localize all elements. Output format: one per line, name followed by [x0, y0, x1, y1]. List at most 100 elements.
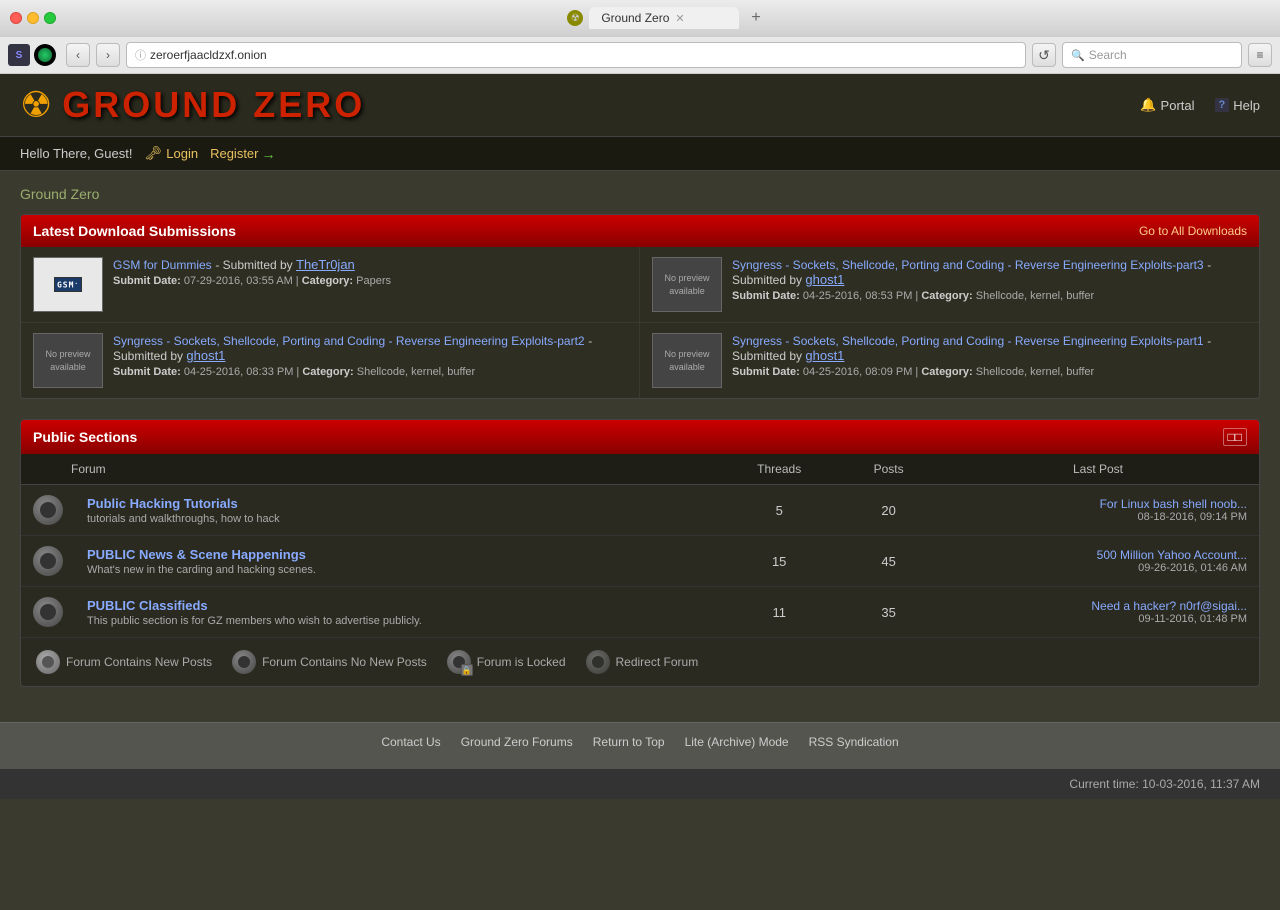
download-meta: Submit Date: 07-29-2016, 03:55 AM | Cate…	[113, 275, 627, 287]
radioactive-icon: ☢	[20, 84, 52, 126]
forum-name-link[interactable]: PUBLIC News & Scene Happenings	[87, 547, 706, 562]
browser-tab[interactable]: Ground Zero ✕	[589, 7, 739, 29]
browser-search-placeholder: Search	[1089, 48, 1127, 62]
footer-time: Current time: 10-03-2016, 11:37 AM	[0, 769, 1280, 799]
public-sections-panel: Public Sections □□ Forum Threads Posts L…	[20, 419, 1260, 687]
back-btn[interactable]: ‹	[66, 43, 90, 67]
legend-redirect-label: Redirect Forum	[616, 655, 699, 669]
forum-table-header: Forum Threads Posts Last Post	[21, 454, 1259, 485]
site-nav: Hello There, Guest! 🗝 Login Register →	[0, 136, 1280, 171]
browser-titlebar: ☢ Ground Zero ✕ +	[0, 0, 1280, 36]
browser-menu-btn[interactable]: ≡	[1248, 43, 1272, 67]
download-item: GSM. GSM for Dummies - Submitted by TheT…	[21, 247, 640, 323]
portal-link[interactable]: 🔔 Portal	[1140, 97, 1194, 113]
register-label: Register	[210, 146, 258, 161]
lastpost-col-header: Last Post	[937, 454, 1259, 485]
threads-col-header: Threads	[718, 454, 840, 485]
downloads-panel-header: Latest Download Submissions Go to All Do…	[21, 215, 1259, 247]
help-link[interactable]: ? Help	[1215, 98, 1260, 113]
login-link[interactable]: Login	[166, 146, 198, 161]
forum-name-cell: PUBLIC Classifieds This public section i…	[75, 587, 718, 638]
close-window-btn[interactable]	[10, 12, 22, 24]
lastpost-date: 08-18-2016, 09:14 PM	[949, 511, 1247, 523]
browser-search-box[interactable]: 🔍 Search	[1062, 42, 1242, 68]
download-title-link[interactable]: Syngress - Sockets, Shellcode, Porting a…	[732, 258, 1204, 272]
breadcrumb: Ground Zero	[20, 186, 1260, 202]
forum-name-cell: Public Hacking Tutorials tutorials and w…	[75, 485, 718, 536]
lock-overlay-icon: 🔒	[461, 664, 473, 676]
download-thumbnail: No preview available	[33, 333, 103, 388]
download-title-link[interactable]: GSM for Dummies	[113, 258, 212, 272]
forum-col-header: Forum	[21, 454, 718, 485]
site-footer: Contact Us Ground Zero Forums Return to …	[0, 722, 1280, 769]
download-info: Syngress - Sockets, Shellcode, Porting a…	[732, 333, 1247, 378]
forum-icon-cell	[21, 536, 75, 587]
forum-threads-count: 5	[718, 485, 840, 536]
sections-panel-title: Public Sections	[33, 429, 137, 445]
rss-syndication-link[interactable]: RSS Syndication	[809, 735, 899, 749]
lastpost-title-link[interactable]: 500 Million Yahoo Account...	[949, 548, 1247, 562]
forum-posts-count: 35	[840, 587, 937, 638]
extension-icons: S	[8, 44, 56, 66]
return-to-top-link[interactable]: Return to Top	[593, 735, 665, 749]
address-bar[interactable]: ⓘ zeroerfjaacldzxf.onion	[126, 42, 1026, 68]
address-security-icon: ⓘ	[135, 47, 146, 63]
download-title-link[interactable]: Syngress - Sockets, Shellcode, Porting a…	[113, 334, 585, 348]
legend-item-nonew: Forum Contains No New Posts	[232, 650, 427, 674]
extension-icon-circle[interactable]	[34, 44, 56, 66]
lastpost-title-link[interactable]: Need a hacker? n0rf@sigai...	[949, 599, 1247, 613]
register-link[interactable]: Register →	[210, 146, 275, 162]
browser-chrome: ☢ Ground Zero ✕ + S ‹ › ⓘ zeroerfjaacldz…	[0, 0, 1280, 74]
minimize-window-btn[interactable]	[27, 12, 39, 24]
collapse-icon[interactable]: □□	[1223, 428, 1248, 446]
download-author-link[interactable]: ghost1	[186, 348, 225, 363]
forum-icon-cell	[21, 485, 75, 536]
search-icon: 🔍	[1071, 49, 1085, 62]
main-content: Ground Zero Latest Download Submissions …	[0, 171, 1280, 722]
help-icon: ?	[1215, 98, 1230, 112]
forum-threads-count: 15	[718, 536, 840, 587]
current-time-label: Current time:	[1069, 777, 1138, 791]
sections-panel-header: Public Sections □□	[21, 420, 1259, 454]
ground-zero-forums-link[interactable]: Ground Zero Forums	[461, 735, 573, 749]
download-item: No preview available Syngress - Sockets,…	[640, 247, 1259, 323]
forum-name-link[interactable]: PUBLIC Classifieds	[87, 598, 706, 613]
lite-mode-link[interactable]: Lite (Archive) Mode	[685, 735, 789, 749]
download-author-link[interactable]: ghost1	[805, 272, 844, 287]
arrow-icon: →	[262, 146, 276, 162]
extension-icon-s[interactable]: S	[8, 44, 30, 66]
window-controls	[10, 12, 56, 24]
forum-lastpost-cell: 500 Million Yahoo Account... 09-26-2016,…	[937, 536, 1259, 587]
reload-btn[interactable]: ↺	[1032, 43, 1056, 67]
download-author-link[interactable]: ghost1	[805, 348, 844, 363]
download-title-link[interactable]: Syngress - Sockets, Shellcode, Porting a…	[732, 334, 1204, 348]
forum-no-new-posts-icon	[33, 546, 63, 576]
lastpost-title-link[interactable]: For Linux bash shell noob...	[949, 497, 1247, 511]
download-info: Syngress - Sockets, Shellcode, Porting a…	[113, 333, 627, 378]
new-tab-btn[interactable]: +	[745, 7, 766, 29]
tab-close-btn[interactable]: ✕	[675, 12, 684, 25]
forum-table: Forum Threads Posts Last Post Public Hac…	[21, 454, 1259, 638]
contact-us-link[interactable]: Contact Us	[381, 735, 440, 749]
forum-lastpost-cell: Need a hacker? n0rf@sigai... 09-11-2016,…	[937, 587, 1259, 638]
forum-description: What's new in the carding and hacking sc…	[87, 564, 706, 576]
login-label: Login	[166, 146, 198, 161]
go-to-all-downloads-link[interactable]: Go to All Downloads	[1139, 224, 1247, 238]
download-thumbnail: No preview available	[652, 257, 722, 312]
legend-no-new-posts-icon	[232, 650, 256, 674]
download-info: Syngress - Sockets, Shellcode, Porting a…	[732, 257, 1247, 302]
download-meta: Submit Date: 04-25-2016, 08:53 PM | Cate…	[732, 290, 1247, 302]
download-author-link[interactable]: TheTr0jan	[296, 257, 355, 272]
fullscreen-window-btn[interactable]	[44, 12, 56, 24]
legend-locked-icon: 🔒	[447, 650, 471, 674]
current-time-value: 10-03-2016, 11:37 AM	[1142, 777, 1260, 791]
footer-links: Contact Us Ground Zero Forums Return to …	[20, 735, 1260, 749]
forum-name-link[interactable]: Public Hacking Tutorials	[87, 496, 706, 511]
tab-title: Ground Zero	[601, 11, 669, 25]
help-label: Help	[1233, 98, 1260, 113]
legend-item-locked: 🔒 Forum is Locked	[447, 650, 566, 674]
downloads-panel-title: Latest Download Submissions	[33, 223, 236, 239]
forum-no-new-posts-icon	[33, 597, 63, 627]
forward-btn[interactable]: ›	[96, 43, 120, 67]
legend-no-new-posts-label: Forum Contains No New Posts	[262, 655, 427, 669]
